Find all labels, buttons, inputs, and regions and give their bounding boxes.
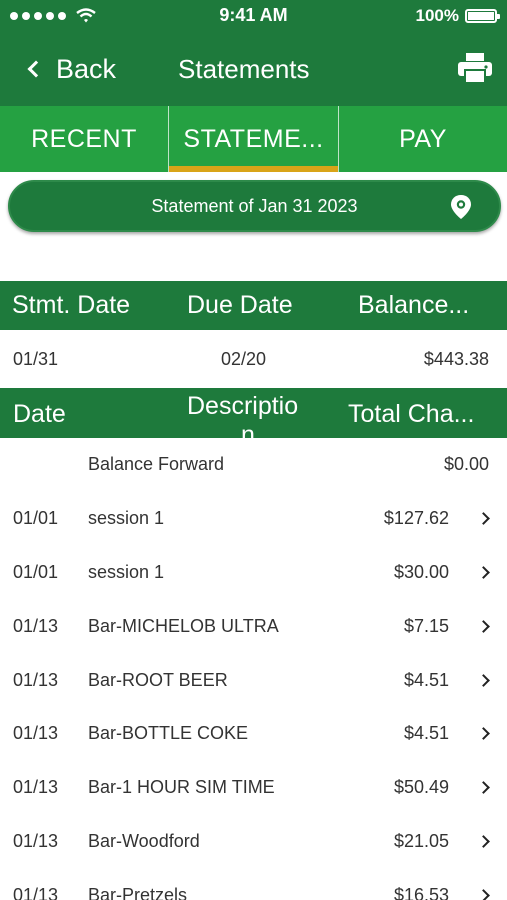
page-title: Statements [178,53,310,84]
tab-statements-label: STATEME... [183,124,324,153]
summary-header: Stmt. Date Due Date Balance... [0,281,507,330]
tab-recent-label: RECENT [31,124,137,153]
transactions-list: Balance Forward $0.00 01/01 session 1 $1… [0,438,507,900]
battery-percent: 100% [415,6,459,25]
col-balance: Balance... [358,291,470,319]
battery-icon [465,9,500,23]
row-date: 01/01 [13,508,59,529]
chevron-right-icon[interactable] [473,815,493,869]
chevron-right-icon[interactable] [473,599,493,653]
row-amount: $16.53 [393,884,449,900]
tab-statements[interactable]: STATEME... [169,106,339,172]
col-date: Date [13,400,66,428]
chevron-right-icon[interactable] [473,761,493,815]
row-description: Bar-1 HOUR SIM TIME [88,777,275,798]
summary-row: 01/31 02/20 $443.38 [0,330,507,388]
chevron-right-icon[interactable] [473,546,493,600]
list-item[interactable]: 01/13 Bar-MICHELOB ULTRA $7.15 [0,599,507,653]
location-pin-icon [451,195,471,219]
summary-stmt-date: 01/31 [13,348,59,369]
list-item[interactable]: 01/01 session 1 $127.62 [0,492,507,546]
row-date: 01/01 [13,561,59,582]
list-item[interactable]: 01/13 Bar-Woodford $21.05 [0,815,507,869]
col-description-wrap: n [241,421,255,438]
row-amount: $0.00 [443,454,489,475]
row-date: 01/13 [13,884,59,900]
row-date: 01/13 [13,830,59,851]
list-item[interactable]: 01/13 Bar-1 HOUR SIM TIME $50.49 [0,761,507,815]
row-description: Balance Forward [88,454,225,475]
row-description: Bar-Woodford [88,830,200,851]
row-amount: $21.05 [393,830,449,851]
tab-pay-label: PAY [399,124,447,153]
list-item[interactable]: 01/13 Bar-ROOT BEER $4.51 [0,653,507,707]
summary-due-date: 02/20 [221,348,267,369]
chevron-right-icon[interactable] [473,492,493,546]
list-item-balance-forward: Balance Forward $0.00 [0,438,507,492]
row-amount: $4.51 [403,723,449,744]
tab-bar: RECENT STATEME... PAY [0,106,507,172]
col-total-charge: Total Cha... [348,400,475,428]
col-stmt-date: Stmt. Date [12,291,131,319]
status-bar: 9:41 AM 100% [0,0,507,32]
summary-balance: $443.38 [423,348,489,369]
row-amount: $7.15 [403,615,449,636]
chevron-right-icon[interactable] [473,707,493,761]
back-label: Back [56,53,117,84]
active-tab-indicator [169,166,338,172]
row-date: 01/13 [13,615,59,636]
row-date: 01/13 [13,669,59,690]
printer-icon[interactable] [457,52,493,84]
chevron-right-icon[interactable] [473,653,493,707]
row-description: Bar-ROOT BEER [88,669,228,690]
row-amount: $30.00 [393,561,449,582]
row-description: Bar-BOTTLE COKE [88,723,249,744]
list-item[interactable]: 01/01 session 1 $30.00 [0,546,507,600]
chevron-left-icon [27,60,45,78]
list-item[interactable]: 01/13 Bar-Pretzels $16.53 [0,868,507,900]
col-due-date: Due Date [187,291,293,319]
row-description: session 1 [88,508,165,529]
tab-pay[interactable]: PAY [339,106,507,172]
row-description: Bar-Pretzels [88,884,188,900]
transactions-header: Date Descriptio n Total Cha... [0,388,507,438]
statement-selector-label: Statement of Jan 31 2023 [151,195,358,216]
nav-bar: Back Statements [0,32,507,106]
chevron-right-icon[interactable] [473,868,493,900]
list-item[interactable]: 01/13 Bar-BOTTLE COKE $4.51 [0,707,507,761]
row-description: session 1 [88,561,165,582]
tab-recent[interactable]: RECENT [0,106,169,172]
row-date: 01/13 [13,777,59,798]
row-amount: $127.62 [383,508,449,529]
row-description: Bar-MICHELOB ULTRA [88,615,279,636]
statement-selector[interactable]: Statement of Jan 31 2023 [8,180,501,232]
col-description: Descriptio [187,392,299,420]
row-date: 01/13 [13,723,59,744]
row-amount: $50.49 [393,777,449,798]
back-button[interactable]: Back [27,32,117,106]
row-amount: $4.51 [403,669,449,690]
